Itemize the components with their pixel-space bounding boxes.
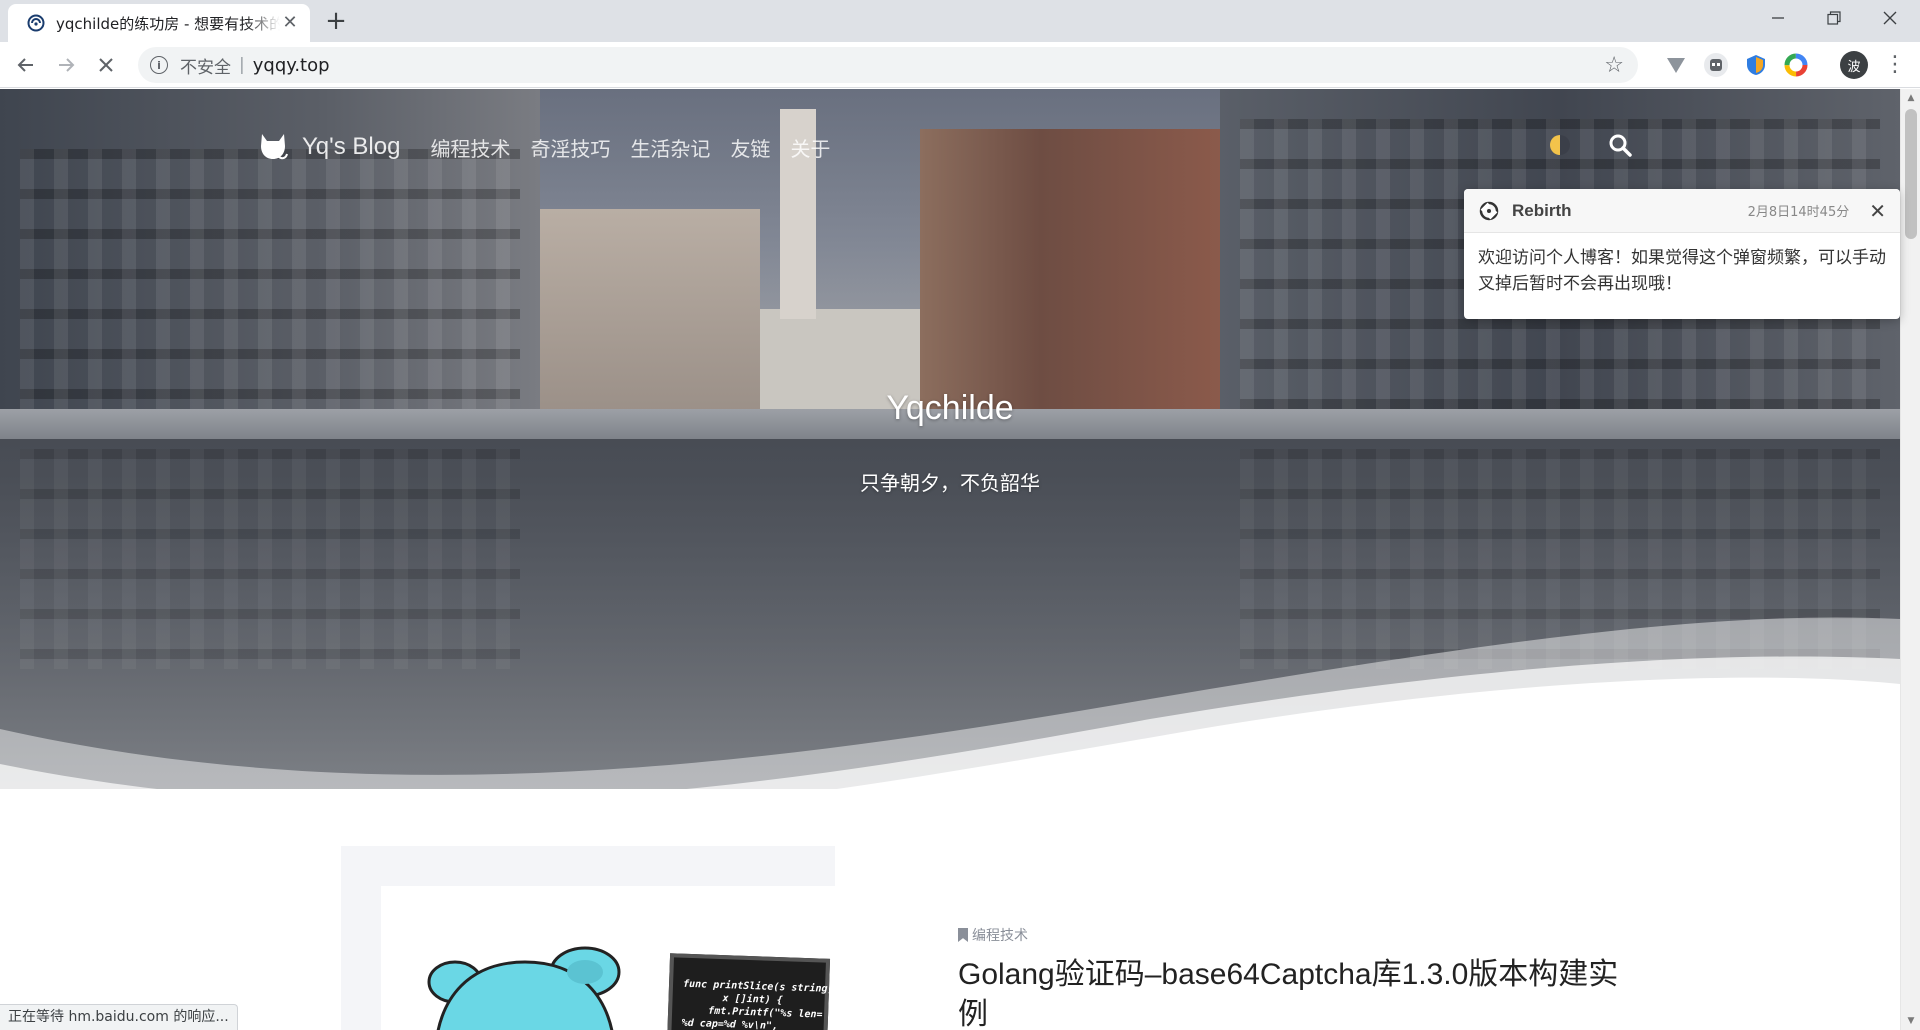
extension-vue-icon[interactable] <box>1664 53 1688 77</box>
browser-menu-icon[interactable]: ⋮ <box>1884 49 1906 81</box>
post-category[interactable]: 编程技术 <box>958 925 1028 945</box>
hero-subtitle: 只争朝夕，不负韶华 <box>860 471 1040 495</box>
post-title[interactable]: Golang验证码–base64Captcha库1.3.0版本构建实例 <box>958 955 1638 1030</box>
notification-brand-icon <box>1479 201 1499 220</box>
forward-arrow-icon[interactable] <box>50 49 82 81</box>
browser-toolbar: i 不安全 | yqqy.top ☆ 波 ⋮ <box>0 42 1920 88</box>
nav-link-about[interactable]: 关于 <box>790 133 830 162</box>
nav-link-programming[interactable]: 编程技术 <box>430 133 510 162</box>
notification-header: Rebirth 2月8日14时45分 ✕ <box>1464 189 1900 233</box>
browser-status-bar: 正在等待 hm.baidu.com 的响应... <box>0 1004 238 1030</box>
extension-shield-icon[interactable] <box>1744 53 1768 77</box>
search-icon[interactable] <box>1606 131 1634 159</box>
site-navigation: Yq's Blog 编程技术 奇淫技巧 生活杂记 友链 关于 <box>256 127 850 167</box>
window-close-icon[interactable] <box>1862 0 1918 36</box>
code-snippet-image: func printSlice(s string, x []int) { fmt… <box>665 953 834 1030</box>
hero-buildings-center-left <box>540 209 760 419</box>
tab-close-icon[interactable]: ✕ <box>280 13 300 33</box>
site-info-icon[interactable]: i <box>150 56 168 74</box>
browser-tab-strip: yqchilde的练功房 - 想要有技术的 ✕ + <box>0 0 1920 42</box>
post-thumbnail-frame[interactable]: func printSlice(s string, x []int) { fmt… <box>341 846 835 1030</box>
welcome-notification: Rebirth 2月8日14时45分 ✕ 欢迎访问个人博客！如果觉得这个弹窗频繁… <box>1464 189 1900 319</box>
nav-link-friends[interactable]: 友链 <box>730 133 770 162</box>
browser-tab-active[interactable]: yqchilde的练功房 - 想要有技术的 ✕ <box>8 4 310 42</box>
hero-wave-divider <box>0 617 1900 889</box>
github-cat-logo-icon[interactable] <box>256 130 290 164</box>
address-bar[interactable]: i 不安全 | yqqy.top ☆ <box>138 47 1638 83</box>
bookmark-star-icon[interactable]: ☆ <box>1604 53 1624 78</box>
theme-toggle-icon[interactable] <box>1550 135 1570 155</box>
scroll-down-icon[interactable]: ▼ <box>1901 1012 1920 1030</box>
page-scrollbar[interactable]: ▲ ▼ <box>1900 89 1920 1030</box>
site-favicon-icon <box>26 13 46 33</box>
extension-color-icon[interactable] <box>1784 53 1808 77</box>
profile-avatar[interactable]: 波 <box>1840 51 1868 79</box>
tab-title: yqchilde的练功房 - 想要有技术的 <box>56 14 280 33</box>
extension-ghost-icon[interactable] <box>1704 53 1728 77</box>
hero-buildings-center-right <box>920 129 1220 419</box>
hero-title: Yqchilde <box>886 389 1014 427</box>
notification-close-icon[interactable]: ✕ <box>1869 199 1886 223</box>
gopher-illustration <box>427 946 621 1030</box>
scroll-thumb[interactable] <box>1905 109 1917 239</box>
hero-windows-left <box>20 149 520 409</box>
restore-icon[interactable] <box>1806 0 1862 36</box>
site-name[interactable]: Yq's Blog <box>302 133 400 161</box>
bookmark-icon <box>958 928 968 942</box>
nav-link-tricks[interactable]: 奇淫技巧 <box>530 133 610 162</box>
url-text[interactable]: yqqy.top <box>253 55 330 76</box>
minimize-icon[interactable] <box>1750 0 1806 36</box>
address-separator: | <box>239 55 245 75</box>
stop-loading-icon[interactable] <box>90 49 122 81</box>
nav-link-life[interactable]: 生活杂记 <box>630 133 710 162</box>
new-tab-button[interactable]: + <box>322 8 350 36</box>
notification-time: 2月8日14时45分 <box>1747 205 1850 220</box>
post-thumbnail[interactable]: func printSlice(s string, x []int) { fmt… <box>381 886 835 1030</box>
notification-sender: Rebirth <box>1512 200 1572 220</box>
security-label: 不安全 <box>180 57 231 78</box>
post-category-label: 编程技术 <box>972 928 1028 944</box>
notification-message: 欢迎访问个人博客！如果觉得这个弹窗频繁，可以手动叉掉后暂时不会再出现哦！ <box>1478 248 1886 294</box>
scroll-up-icon[interactable]: ▲ <box>1901 89 1920 107</box>
back-arrow-icon[interactable] <box>10 49 42 81</box>
